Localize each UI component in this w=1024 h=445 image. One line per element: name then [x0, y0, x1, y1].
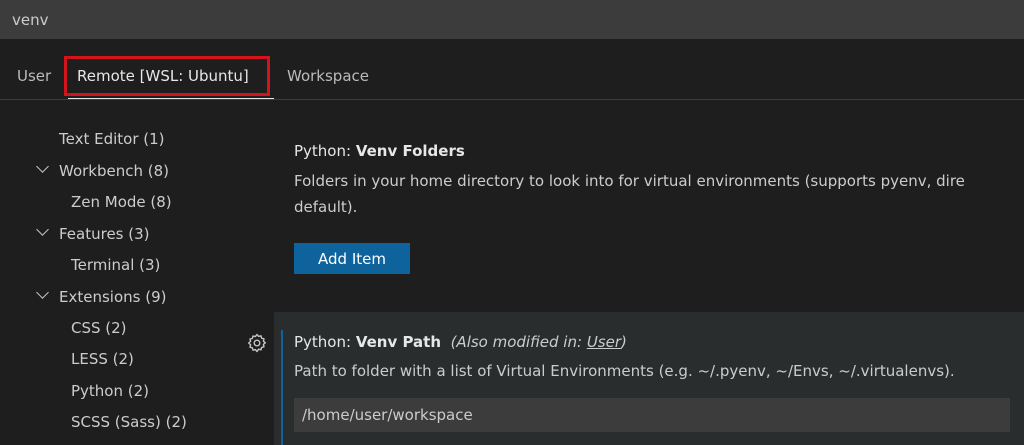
tab-workspace[interactable]: Workspace	[287, 66, 369, 86]
highlight-box	[64, 56, 270, 96]
setting-title: Python: Venv Path (Also modified in: Use…	[294, 331, 1024, 353]
setting-key: Venv Folders	[355, 142, 465, 160]
toc-item-extensions[interactable]: Extensions (9)	[59, 287, 166, 307]
gear-icon[interactable]	[247, 333, 267, 353]
modified-indicator	[281, 330, 283, 445]
toc-item-workbench[interactable]: Workbench (8)	[59, 161, 169, 181]
search-input[interactable]	[12, 9, 1002, 31]
settings-scope-tabs: User Remote [WSL: Ubuntu] Workspace	[0, 39, 1024, 101]
tabs-divider	[0, 99, 1024, 100]
chevron-down-icon[interactable]	[36, 160, 49, 173]
search-bar	[0, 0, 1024, 39]
toc-item-less[interactable]: LESS (2)	[71, 349, 134, 369]
setting-venv-folders: Python: Venv Folders Folders in your hom…	[294, 140, 1024, 220]
setting-category: Python:	[294, 333, 356, 351]
tab-user[interactable]: User	[17, 66, 51, 86]
setting-description: Path to folder with a list of Virtual En…	[294, 362, 955, 380]
toc-item-css[interactable]: CSS (2)	[71, 318, 127, 338]
chevron-down-icon[interactable]	[36, 286, 49, 299]
setting-description: Folders in your home directory to look i…	[294, 172, 965, 216]
venv-path-input[interactable]	[294, 398, 1010, 432]
add-item-button[interactable]: Add Item	[294, 243, 410, 274]
setting-category: Python:	[294, 142, 356, 160]
setting-venv-path: Python: Venv Path (Also modified in: Use…	[294, 331, 1024, 384]
also-modified-note: (Also modified in: User)	[451, 333, 627, 351]
modified-suffix: )	[621, 333, 627, 351]
modified-prefix: (Also modified in:	[450, 333, 587, 351]
toc-item-text-editor[interactable]: Text Editor (1)	[59, 129, 165, 149]
setting-title: Python: Venv Folders	[294, 140, 1024, 162]
toc-item-scss[interactable]: SCSS (Sass) (2)	[71, 412, 187, 432]
toc-item-features[interactable]: Features (3)	[59, 224, 150, 244]
toc-item-terminal[interactable]: Terminal (3)	[71, 255, 160, 275]
modified-in-user-link[interactable]: User	[587, 333, 621, 351]
chevron-down-icon[interactable]	[36, 223, 49, 236]
setting-key: Venv Path	[355, 333, 442, 351]
toc-item-zen-mode[interactable]: Zen Mode (8)	[71, 192, 172, 212]
toc-item-python[interactable]: Python (2)	[71, 381, 149, 401]
